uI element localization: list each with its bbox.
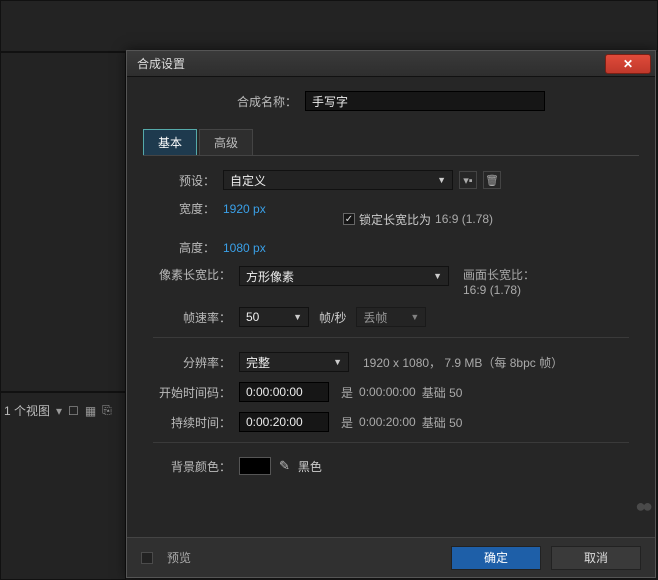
- preset-label: 预设：: [153, 172, 223, 189]
- app-background-left: [0, 52, 126, 392]
- framerate-value: 50: [246, 310, 259, 324]
- duration-is-label: 是: [341, 414, 353, 431]
- chevron-down-icon: ▼: [293, 312, 302, 322]
- lock-aspect-checkbox[interactable]: ✓: [343, 213, 355, 225]
- cancel-button[interactable]: 取消: [551, 546, 641, 570]
- lock-aspect-label: 锁定长宽比为: [359, 211, 431, 228]
- pixel-aspect-label: 像素长宽比：: [153, 266, 239, 283]
- height-value[interactable]: 1080 px: [223, 241, 266, 255]
- eyedropper-icon[interactable]: ✎: [279, 458, 290, 474]
- basic-panel: 预设： 自定义 ▼ ▾▪ 🗑 宽度： 1920 px ✓ 锁定长宽比为 16:9…: [143, 156, 639, 491]
- frame-aspect-block: 画面长宽比： 16:9 (1.78): [463, 266, 535, 297]
- bgcolor-swatch[interactable]: [239, 457, 271, 475]
- frame-aspect-label: 画面长宽比：: [463, 266, 535, 283]
- lock-aspect-ratio: 16:9 (1.78): [435, 212, 493, 226]
- preset-value: 自定义: [230, 172, 266, 189]
- dialog-footer: 预览 确定 取消: [127, 537, 655, 577]
- start-timecode-label: 开始时间码：: [153, 384, 239, 401]
- save-preset-icon[interactable]: ▾▪: [459, 171, 477, 189]
- resolution-value: 完整: [246, 354, 270, 371]
- resolution-select[interactable]: 完整 ▼: [239, 352, 349, 372]
- bgcolor-label: 背景颜色：: [153, 458, 239, 475]
- preview-checkbox[interactable]: [141, 552, 153, 564]
- pixel-aspect-select[interactable]: 方形像素 ▼: [239, 266, 449, 286]
- toolbar-icon-3: ⎘: [102, 403, 112, 418]
- delete-preset-icon[interactable]: 🗑: [483, 171, 501, 189]
- framerate-label: 帧速率：: [153, 309, 239, 326]
- framerate-select[interactable]: 50 ▼: [239, 307, 309, 327]
- start-base-value: 0:00:00:00: [359, 385, 416, 399]
- resolution-label: 分辨率：: [153, 354, 239, 371]
- chevron-down-icon: ▼: [410, 312, 419, 322]
- frame-aspect-value: 16:9 (1.78): [463, 283, 535, 297]
- chevron-down-icon: ▼: [333, 357, 342, 367]
- tabs: 基本 高级: [143, 129, 639, 156]
- duration-input[interactable]: [239, 412, 329, 432]
- chevron-down-icon: ▼: [433, 271, 442, 281]
- close-button[interactable]: ✕: [605, 54, 651, 74]
- tab-advanced[interactable]: 高级: [199, 129, 253, 155]
- ok-button[interactable]: 确定: [451, 546, 541, 570]
- dialog-titlebar[interactable]: 合成设置 ✕: [127, 51, 655, 77]
- watermark-icon: ●●: [635, 496, 649, 517]
- framerate-unit: 帧/秒: [319, 309, 346, 326]
- tab-basic[interactable]: 基本: [143, 129, 197, 155]
- duration-base-value: 0:00:20:00: [359, 415, 416, 429]
- width-value[interactable]: 1920 px: [223, 202, 266, 216]
- start-base-label: 基础 50: [422, 384, 463, 401]
- duration-label: 持续时间：: [153, 414, 239, 431]
- preset-select[interactable]: 自定义 ▼: [223, 170, 453, 190]
- toolbar-icon-1: ☐: [68, 404, 79, 418]
- pixel-aspect-value: 方形像素: [246, 268, 294, 285]
- app-background-bottom: [0, 392, 126, 580]
- close-icon: ✕: [623, 57, 633, 71]
- chevron-down-icon: ▾: [56, 404, 62, 418]
- view-count-label: 1 个视图: [4, 402, 50, 419]
- start-is-label: 是: [341, 384, 353, 401]
- toolbar-icon-2: ▦: [85, 404, 96, 418]
- resolution-info: 1920 x 1080， 7.9 MB（每 8bpc 帧）: [363, 354, 563, 371]
- dropframe-select[interactable]: 丢帧 ▼: [356, 307, 426, 327]
- height-label: 高度：: [153, 239, 223, 256]
- dialog-title: 合成设置: [137, 55, 185, 72]
- bgcolor-name: 黑色: [298, 458, 322, 475]
- dropframe-value: 丢帧: [363, 309, 387, 326]
- preview-label: 预览: [167, 549, 191, 566]
- duration-base-label: 基础 50: [422, 414, 463, 431]
- start-timecode-input[interactable]: [239, 382, 329, 402]
- dialog-content: 合成名称： 基本 高级 预设： 自定义 ▼ ▾▪ 🗑 宽度： 1920 px: [127, 77, 655, 491]
- width-label: 宽度：: [153, 200, 223, 217]
- comp-name-label: 合成名称：: [237, 93, 305, 110]
- view-count-dropdown[interactable]: 1 个视图 ▾ ☐ ▦ ⎘: [4, 402, 112, 419]
- app-background-top: [0, 0, 658, 52]
- composition-settings-dialog: 合成设置 ✕ 合成名称： 基本 高级 预设： 自定义 ▼ ▾▪ 🗑: [126, 50, 656, 578]
- chevron-down-icon: ▼: [437, 175, 446, 185]
- comp-name-input[interactable]: [305, 91, 545, 111]
